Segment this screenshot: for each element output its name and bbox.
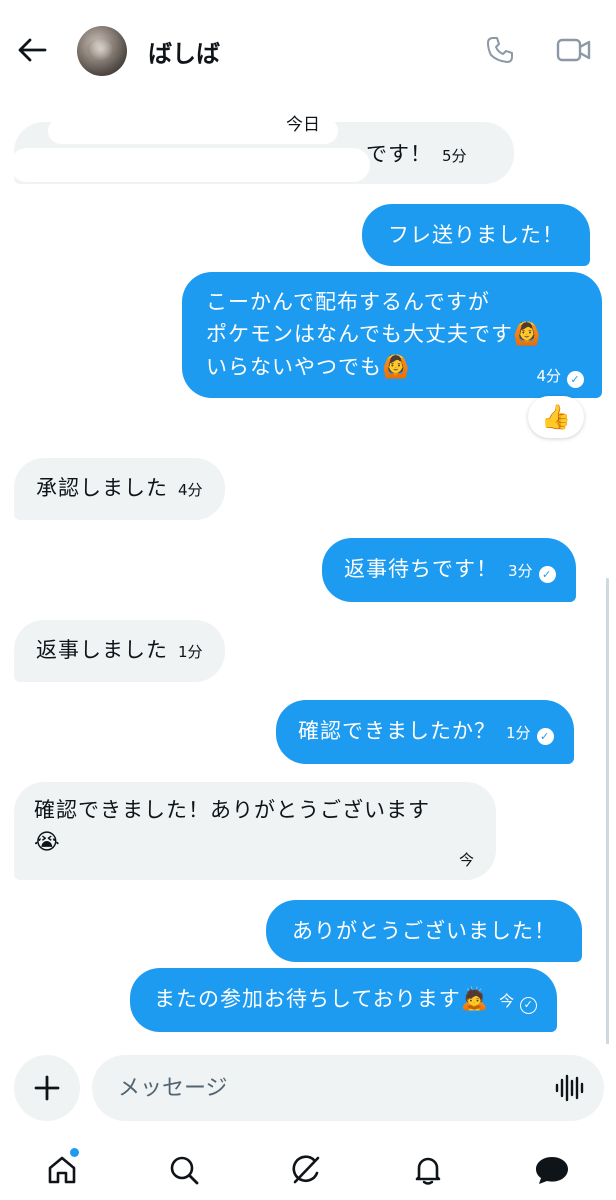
message-outgoing[interactable]: こーかんで配布するんですが ポケモンはなんでも大丈夫です🙆 いらないやつでも🙆 …: [182, 272, 602, 398]
bottom-navigation: [0, 1136, 616, 1200]
read-check-icon: ✓: [536, 728, 554, 745]
home-icon: [48, 1156, 76, 1184]
video-icon: [556, 38, 591, 62]
sent-check-icon: ✓: [520, 997, 538, 1014]
read-check-icon: ✓: [567, 371, 584, 388]
conversation-header: ばしば: [0, 0, 616, 96]
message-outgoing[interactable]: ありがとうございました！: [266, 900, 582, 962]
nav-grok[interactable]: [284, 1148, 328, 1192]
messages-icon: [536, 1157, 568, 1184]
nav-notifications[interactable]: [406, 1148, 450, 1192]
scrollbar[interactable]: [606, 578, 609, 1044]
nav-messages[interactable]: [530, 1148, 574, 1192]
read-check-icon: ✓: [538, 566, 556, 583]
emoji: 😭: [34, 830, 61, 855]
video-call-button[interactable]: [554, 32, 594, 68]
back-arrow-icon: [18, 38, 47, 62]
message-incoming[interactable]: 確認できました！ありがとうございます 😭 今: [14, 782, 496, 880]
message-incoming[interactable]: 承認しました 4分: [14, 458, 225, 520]
back-button[interactable]: [12, 30, 52, 70]
plus-icon: [34, 1075, 60, 1101]
avatar[interactable]: [77, 26, 127, 76]
partial-text: 今日: [286, 115, 320, 135]
phone-icon: [487, 37, 513, 63]
search-icon: [170, 1156, 199, 1185]
message-outgoing[interactable]: 確認できましたか？ 1分 ✓: [276, 700, 574, 764]
voice-waveform-icon: [555, 1074, 584, 1102]
nav-home[interactable]: [40, 1148, 84, 1192]
notification-dot: [70, 1148, 79, 1157]
voice-message-button[interactable]: [554, 1074, 586, 1102]
call-button[interactable]: [482, 32, 518, 68]
message-input[interactable]: [118, 1055, 538, 1121]
message-outgoing[interactable]: フレ送りました！: [362, 204, 590, 266]
dm-conversation-screen: ばしば 今日 です！ 5分 フレ送りました！ こーかんで配布するんですが ポケモ…: [0, 0, 616, 1200]
redaction-mark: [10, 148, 370, 182]
message-incoming[interactable]: 返事しました 1分: [14, 620, 225, 682]
bell-icon: [415, 1157, 441, 1185]
emoji: 🙆: [512, 322, 542, 347]
add-media-button[interactable]: [14, 1055, 80, 1121]
grok-icon: [292, 1155, 320, 1184]
message-list[interactable]: 今日 です！ 5分 フレ送りました！ こーかんで配布するんですが ポケモンはなんで…: [0, 84, 616, 1044]
message-outgoing[interactable]: 返事待ちです！ 3分 ✓: [322, 538, 576, 602]
emoji: 🙆: [382, 355, 411, 380]
message-text: です！ 5分: [366, 142, 467, 166]
message-outgoing[interactable]: またの参加お待ちしております🙇 今 ✓: [130, 968, 558, 1032]
reaction-badge[interactable]: 👍: [528, 396, 584, 438]
message-input-container[interactable]: [92, 1055, 604, 1121]
message-composer: [0, 1050, 616, 1130]
nav-search[interactable]: [162, 1148, 206, 1192]
contact-name[interactable]: ばしば: [148, 34, 220, 69]
thumbs-up-icon: 👍: [541, 403, 571, 431]
emoji: 🙇: [460, 987, 490, 1012]
